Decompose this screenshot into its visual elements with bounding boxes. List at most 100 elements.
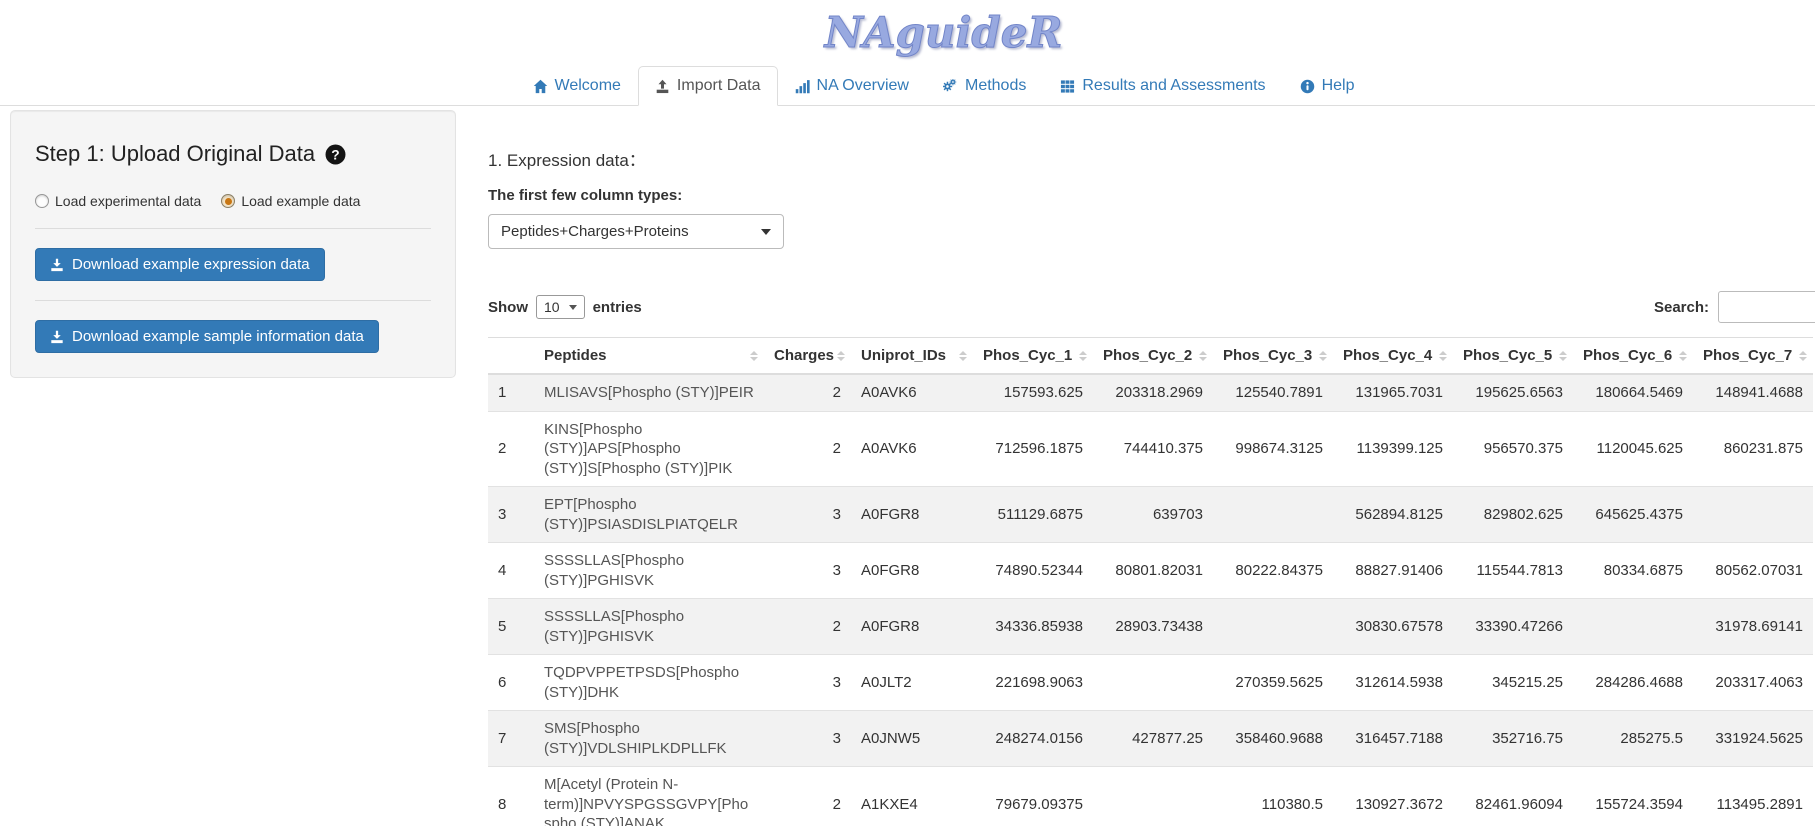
radio-load-example-data[interactable]: Load example data [221,193,360,209]
results-icon [1060,79,1075,94]
divider [35,300,431,301]
tab-results-and-assessments[interactable]: Results and Assessments [1043,66,1282,106]
column-header-index[interactable] [488,338,534,375]
divider [35,228,431,229]
column-header-phos-cyc-7[interactable]: Phos_Cyc_7 [1693,338,1813,375]
column-header-charges[interactable]: Charges [764,338,851,375]
cell-charge: 3 [764,655,851,711]
cell-value: 74890.52344 [973,543,1093,599]
table-row[interactable]: 8M[Acetyl (Protein N-term)]NPVYSPGSSGVPY… [488,767,1813,826]
row-index: 5 [488,599,534,655]
column-header-label: Phos_Cyc_2 [1103,347,1192,364]
table-row[interactable]: 6TQDPVPPETPSDS[Phospho (STY)]DHK3A0JLT22… [488,655,1813,711]
sort-icon [1079,351,1087,361]
column-header-phos-cyc-1[interactable]: Phos_Cyc_1 [973,338,1093,375]
tab-label: Methods [965,77,1026,95]
cell-peptide: SSSSLLAS[Phospho (STY)]PGHISVK [534,599,764,655]
cell-value: 34336.85938 [973,599,1093,655]
column-header-label: Charges [774,347,834,364]
search-input[interactable] [1718,291,1815,323]
download-expression-button[interactable]: Download example expression data [35,248,325,281]
cell-peptide: SSSSLLAS[Phospho (STY)]PGHISVK [534,543,764,599]
cell-peptide: MLISAVS[Phospho (STY)]PEIR [534,374,764,411]
sort-icon [1199,351,1207,361]
tab-methods[interactable]: Methods [926,66,1043,106]
cell-value: 130927.3672 [1333,767,1453,826]
import-data-panel: 1. Expression data： The first few column… [456,108,1805,826]
table-row[interactable]: 1MLISAVS[Phospho (STY)]PEIR2A0AVK6157593… [488,374,1813,411]
cell-charge: 2 [764,599,851,655]
download-sample-info-button[interactable]: Download example sample information data [35,320,379,353]
cell-value: 285275.5 [1573,711,1693,767]
cell-value: 31978.69141 [1693,599,1813,655]
page: NAguideR Welcome Import Data NA Overview Me… [0,0,1815,826]
cell-charge: 2 [764,411,851,487]
column-header-label: Phos_Cyc_7 [1703,347,1792,364]
column-header-peptides[interactable]: Peptides [534,338,764,375]
cell-value: 157593.625 [973,374,1093,411]
app-logo: NAguideR [825,12,1063,54]
table-controls: Show 10 entries Search: [488,291,1815,323]
column-header-phos-cyc-4[interactable]: Phos_Cyc_4 [1333,338,1453,375]
sort-icon [1799,351,1807,361]
cell-value: 115544.7813 [1453,543,1573,599]
cell-value: 645625.4375 [1573,487,1693,543]
sort-icon [959,351,967,361]
cell-uniprot: A0AVK6 [851,411,973,487]
cell-value: 956570.375 [1453,411,1573,487]
cell-peptide: M[Acetyl (Protein N-term)]NPVYSPGSSGVPY[… [534,767,764,826]
page-length-select[interactable]: 10 [536,295,585,319]
cell-value: 1120045.625 [1573,411,1693,487]
cell-charge: 2 [764,374,851,411]
table-row[interactable]: 4SSSSLLAS[Phospho (STY)]PGHISVK3A0FGR874… [488,543,1813,599]
cell-value: 110380.5 [1213,767,1333,826]
column-types-select[interactable]: Peptides+Charges+Proteins [488,214,784,249]
column-header-phos-cyc-5[interactable]: Phos_Cyc_5 [1453,338,1573,375]
radio-load-experimental-data[interactable]: Load experimental data [35,193,201,209]
cell-value [1213,599,1333,655]
cell-value: 148941.4688 [1693,374,1813,411]
cell-peptide: EPT[Phospho (STY)]PSIASDISLPIATQELR [534,487,764,543]
cell-peptide: TQDPVPPETPSDS[Phospho (STY)]DHK [534,655,764,711]
tab-welcome[interactable]: Welcome [516,66,638,106]
table-row[interactable]: 3EPT[Phospho (STY)]PSIASDISLPIATQELR3A0F… [488,487,1813,543]
column-header-phos-cyc-6[interactable]: Phos_Cyc_6 [1573,338,1693,375]
row-index: 3 [488,487,534,543]
column-header-phos-cyc-2[interactable]: Phos_Cyc_2 [1093,338,1213,375]
chevron-down-icon [761,229,771,235]
tab-help[interactable]: Help [1283,66,1372,106]
sort-icon [1679,351,1687,361]
question-icon[interactable]: ? [325,144,346,165]
upload-panel: Step 1: Upload Original Data ? Load expe… [10,110,456,378]
tab-label: Welcome [555,77,621,95]
download-icon [50,330,64,344]
radio-label: Load experimental data [55,193,201,209]
table-row[interactable]: 2KINS[Phospho (STY)]APS[Phospho (STY)]S[… [488,411,1813,487]
column-header-label: Uniprot_IDs [861,347,946,364]
search-control: Search: [1654,291,1815,323]
chevron-down-icon [569,305,577,310]
tab-label: NA Overview [817,77,909,95]
column-header-phos-cyc-3[interactable]: Phos_Cyc_3 [1213,338,1333,375]
cell-value: 80801.82031 [1093,543,1213,599]
tab-na-overview[interactable]: NA Overview [778,66,926,106]
row-index: 8 [488,767,534,826]
cell-value: 33390.47266 [1453,599,1573,655]
row-index: 7 [488,711,534,767]
tab-import-data[interactable]: Import Data [638,66,778,106]
download-icon [50,258,64,272]
column-header-uniprot-ids[interactable]: Uniprot_IDs [851,338,973,375]
svg-text:?: ? [331,147,339,162]
logo-row: NAguideR [0,12,1815,54]
cell-value: 829802.625 [1453,487,1573,543]
main-nav: Welcome Import Data NA Overview Methods Resu… [0,66,1815,106]
cell-value: 1139399.125 [1333,411,1453,487]
cell-value: 331924.5625 [1693,711,1813,767]
tab-label: Results and Assessments [1082,77,1265,95]
page-length-value: 10 [544,299,560,315]
search-label: Search: [1654,299,1709,316]
cell-value: 203318.2969 [1093,374,1213,411]
table-row[interactable]: 7SMS[Phospho (STY)]VDLSHIPLKDPLLFK3A0JNW… [488,711,1813,767]
table-row[interactable]: 5SSSSLLAS[Phospho (STY)]PGHISVK2A0FGR834… [488,599,1813,655]
cell-value: 88827.91406 [1333,543,1453,599]
